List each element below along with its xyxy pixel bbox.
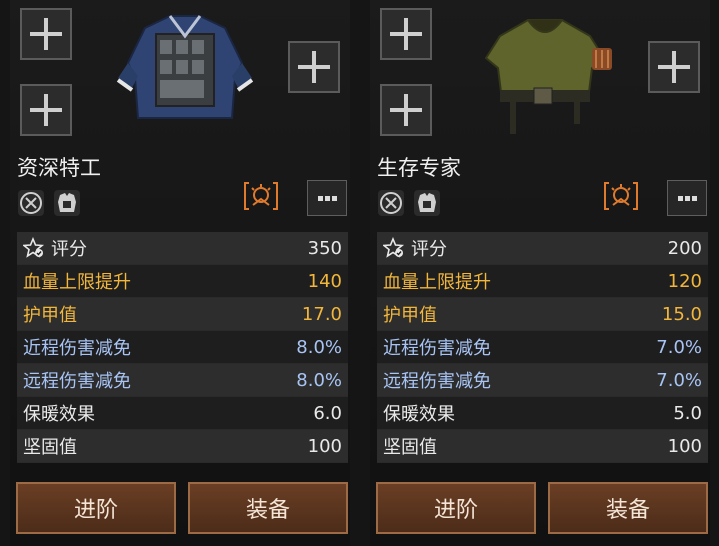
stat-row-warmth: 保暖效果 6.0	[17, 397, 348, 430]
plus-icon	[390, 18, 422, 50]
chest-armor-icon	[414, 190, 440, 216]
stats-list: 评分 350 血量上限提升 140 护甲值 17.0 近程伤害减免 8.0% 远…	[17, 232, 348, 463]
mod-slot-1[interactable]	[20, 8, 72, 60]
stat-row-health: 血量上限提升 120	[377, 265, 708, 298]
stat-label: 坚固值	[383, 437, 437, 458]
stat-value: 350	[307, 237, 342, 259]
stat-row-armor: 护甲值 17.0	[17, 298, 348, 331]
stat-row-ranged-reduction: 远程伤害减免 7.0%	[377, 364, 708, 397]
stat-value: 7.0%	[656, 336, 702, 358]
mod-slot-1[interactable]	[380, 8, 432, 60]
item-name: 资深特工	[17, 156, 101, 180]
stat-value: 17.0	[301, 303, 342, 325]
stat-label: 评分	[411, 239, 447, 260]
stat-value: 6.0	[313, 402, 342, 424]
stat-row-armor: 护甲值 15.0	[377, 298, 708, 331]
stat-label: 保暖效果	[23, 404, 95, 425]
mod-slot-3[interactable]	[288, 41, 340, 93]
durability-icon	[18, 190, 44, 216]
stat-value: 120	[667, 270, 702, 292]
stat-row-score: 评分 350	[17, 232, 348, 265]
stat-value: 5.0	[673, 402, 702, 424]
plus-icon	[390, 94, 422, 126]
stat-row-warmth: 保暖效果 5.0	[377, 397, 708, 430]
plus-icon	[658, 51, 690, 83]
armor-vest-icon	[484, 19, 612, 134]
stat-value: 8.0%	[296, 369, 342, 391]
chest-armor-icon	[54, 190, 80, 216]
stat-label: 保暖效果	[383, 404, 455, 425]
stat-label: 远程伤害减免	[383, 371, 491, 392]
score-icon	[383, 237, 405, 258]
stat-label: 近程伤害减免	[23, 338, 131, 359]
stat-label: 坚固值	[23, 437, 77, 458]
stat-row-health: 血量上限提升 140	[17, 265, 348, 298]
durability-icon	[378, 190, 404, 216]
armor-vest-icon	[116, 15, 254, 119]
stat-value: 200	[667, 237, 702, 259]
plus-icon	[30, 94, 62, 126]
stat-label: 血量上限提升	[383, 272, 491, 293]
more-options-icon	[318, 196, 323, 201]
stat-label: 评分	[51, 239, 87, 260]
mod-slot-3[interactable]	[648, 41, 700, 93]
stat-value: 7.0%	[656, 369, 702, 391]
equipment-panel-survivalist: 生存专家 评分 200 血量上限提升 120 护甲值 15.0 近程伤害减免 7…	[370, 0, 710, 546]
equip-button[interactable]: 装备	[548, 482, 708, 534]
stat-label: 血量上限提升	[23, 272, 131, 293]
upgrade-button[interactable]: 进阶	[376, 482, 536, 534]
stat-label: 远程伤害减免	[23, 371, 131, 392]
upgrade-button[interactable]: 进阶	[16, 482, 176, 534]
stats-list: 评分 200 血量上限提升 120 护甲值 15.0 近程伤害减免 7.0% 远…	[377, 232, 708, 463]
stat-row-durability: 坚固值 100	[17, 430, 348, 463]
rank-badge-icon	[244, 182, 278, 210]
mod-slot-2[interactable]	[20, 84, 72, 136]
stat-row-score: 评分 200	[377, 232, 708, 265]
stat-value: 140	[307, 270, 342, 292]
stat-value: 100	[667, 435, 702, 457]
plus-icon	[298, 51, 330, 83]
mod-slot-2[interactable]	[380, 84, 432, 136]
more-options-icon	[678, 196, 683, 201]
equip-button[interactable]: 装备	[188, 482, 348, 534]
stat-row-ranged-reduction: 远程伤害减免 8.0%	[17, 364, 348, 397]
more-options-button[interactable]	[667, 180, 707, 216]
stat-label: 护甲值	[23, 305, 77, 326]
stat-label: 护甲值	[383, 305, 437, 326]
equipment-panel-agent: 资深特工 评分 350 血量上限提升 140 护甲值 17.0 近程伤害减免 8…	[10, 0, 350, 546]
stat-row-melee-reduction: 近程伤害减免 7.0%	[377, 331, 708, 364]
stat-value: 15.0	[661, 303, 702, 325]
stat-row-melee-reduction: 近程伤害减免 8.0%	[17, 331, 348, 364]
stat-row-durability: 坚固值 100	[377, 430, 708, 463]
stat-value: 100	[307, 435, 342, 457]
more-options-button[interactable]	[307, 180, 347, 216]
stat-value: 8.0%	[296, 336, 342, 358]
item-name: 生存专家	[377, 156, 461, 180]
plus-icon	[30, 18, 62, 50]
score-icon	[23, 237, 45, 258]
stat-label: 近程伤害减免	[383, 338, 491, 359]
rank-badge-icon	[604, 182, 638, 210]
